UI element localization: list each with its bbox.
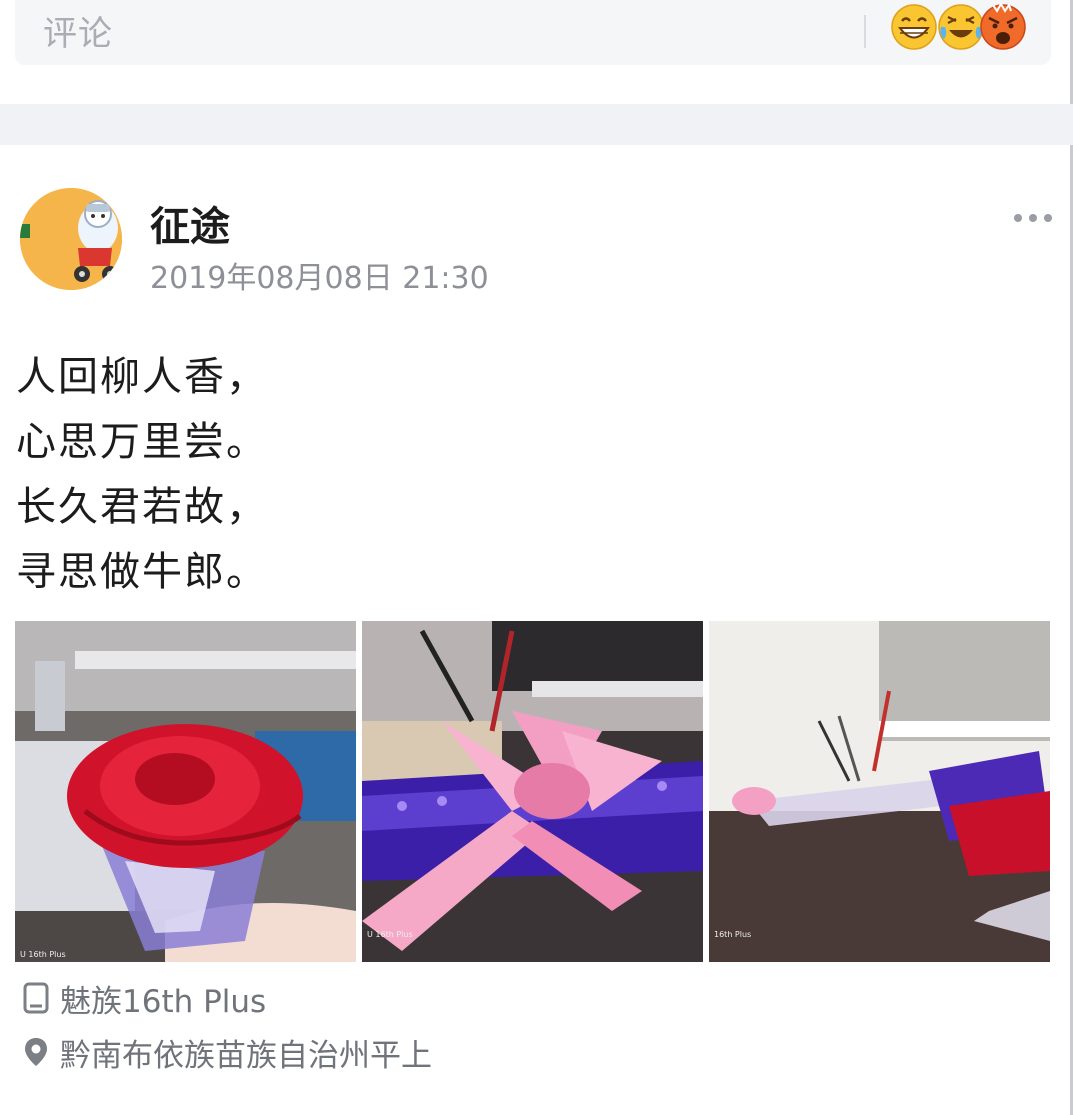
grinning-face-icon[interactable] [890, 3, 938, 51]
tears-of-joy-face-icon[interactable] [937, 3, 985, 51]
section-separator [0, 104, 1073, 145]
avatar[interactable] [20, 188, 122, 290]
more-options-icon[interactable] [1014, 208, 1054, 228]
post-time: 2019年08月08日 21:30 [150, 261, 489, 296]
svg-text:16th Plus: 16th Plus [714, 930, 751, 939]
location-name[interactable]: 黔南布依族苗族自治州平上 [60, 1030, 432, 1075]
post-text: 人回柳人香， 心思万里尝。 长久君若故， 寻思做牛郎。 [16, 345, 268, 605]
poem-line: 人回柳人香， [16, 354, 268, 400]
author-name[interactable]: 征途 [150, 194, 230, 252]
svg-text:U 16th Plus: U 16th Plus [20, 950, 66, 959]
phone-icon [23, 982, 49, 1014]
divider [864, 15, 866, 48]
pink-ribbon-photo[interactable]: U 16th Plus [362, 621, 703, 962]
location-pin-icon [25, 1038, 47, 1066]
poem-line: 心思万里尝。 [16, 419, 268, 465]
svg-text:U 16th Plus: U 16th Plus [367, 930, 413, 939]
rose-photo[interactable]: U 16th Plus [15, 621, 356, 962]
avatar-illustration [20, 188, 122, 290]
device-row: 魅族16th Plus [22, 978, 267, 1020]
angry-face-icon[interactable] [979, 3, 1027, 51]
comment-placeholder[interactable]: 评论 [43, 6, 113, 55]
location-row[interactable]: 黔南布依族苗族自治州平上 [22, 1030, 432, 1075]
comment-input-bar[interactable]: 评论 [15, 0, 1051, 65]
post-detail-page: 评论 征途 2019年08月08日 21:30 人回柳人香， 心思万里尝。 长久… [0, 0, 1073, 1115]
device-name: 魅族16th Plus [60, 983, 267, 1020]
desk-flower-photo[interactable]: 16th Plus [709, 621, 1050, 962]
poem-line: 长久君若故， [16, 484, 268, 530]
poem-line: 寻思做牛郎。 [16, 549, 268, 595]
